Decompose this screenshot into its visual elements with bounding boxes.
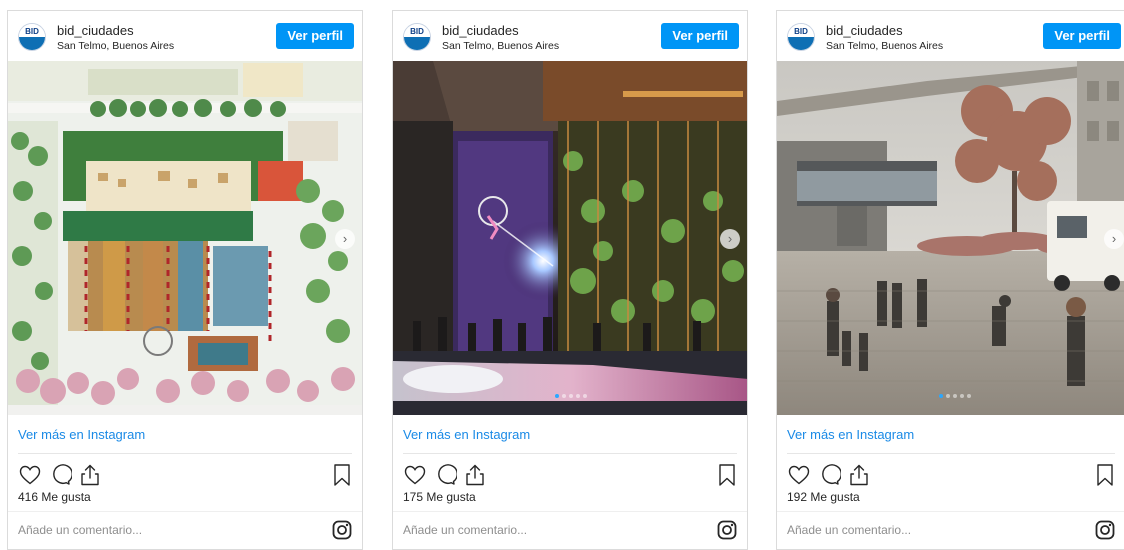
post-header: BID bid_ciudades San Telmo, Buenos Aires… [8, 11, 362, 61]
divider [18, 453, 352, 454]
avatar[interactable]: BID [18, 23, 46, 51]
instagram-post-2: BID bid_ciudades San Telmo, Buenos Aires… [392, 10, 748, 550]
location[interactable]: San Telmo, Buenos Aires [826, 40, 943, 52]
share-icon[interactable] [78, 463, 102, 487]
post-image[interactable]: › [777, 61, 1124, 415]
view-more-instagram-link[interactable]: Ver más en Instagram [787, 427, 914, 442]
avatar-logo-text: BID [19, 24, 45, 38]
heart-icon[interactable] [403, 463, 427, 487]
chevron-right-icon[interactable]: › [720, 229, 740, 249]
avatar[interactable]: BID [403, 23, 431, 51]
underpass-night-rendering [393, 61, 747, 415]
heart-icon[interactable] [787, 463, 811, 487]
instagram-post-3: BID bid_ciudades San Telmo, Buenos Aires… [776, 10, 1124, 550]
carousel-indicator [393, 385, 747, 403]
location[interactable]: San Telmo, Buenos Aires [442, 40, 559, 52]
post-image[interactable]: › [8, 61, 362, 415]
post-actions [18, 463, 352, 489]
view-profile-button[interactable]: Ver perfil [661, 23, 739, 49]
comment-icon[interactable] [433, 463, 457, 487]
plaza-street-rendering [777, 61, 1124, 415]
divider [8, 511, 362, 512]
divider [403, 453, 737, 454]
post-actions [403, 463, 737, 489]
instagram-icon[interactable] [717, 520, 737, 540]
bookmark-icon[interactable] [1095, 463, 1115, 487]
comment-input[interactable]: Añade un comentario... [403, 523, 527, 537]
post-image[interactable]: › [393, 61, 747, 415]
instagram-icon[interactable] [1095, 520, 1115, 540]
site-plan-illustration [8, 61, 362, 415]
location[interactable]: San Telmo, Buenos Aires [57, 40, 174, 52]
view-more-instagram-link[interactable]: Ver más en Instagram [18, 427, 145, 442]
post-header: BID bid_ciudades San Telmo, Buenos Aires… [393, 11, 747, 61]
username[interactable]: bid_ciudades [826, 23, 903, 38]
share-icon[interactable] [463, 463, 487, 487]
username[interactable]: bid_ciudades [57, 23, 134, 38]
share-icon[interactable] [847, 463, 871, 487]
avatar-logo-text: BID [404, 24, 430, 38]
view-profile-button[interactable]: Ver perfil [1043, 23, 1121, 49]
comment-input[interactable]: Añade un comentario... [787, 523, 911, 537]
instagram-post-1: BID bid_ciudades San Telmo, Buenos Aires… [7, 10, 363, 550]
bookmark-icon[interactable] [332, 463, 352, 487]
comment-input[interactable]: Añade un comentario... [18, 523, 142, 537]
chevron-right-icon[interactable]: › [335, 229, 355, 249]
username[interactable]: bid_ciudades [442, 23, 519, 38]
avatar-logo-text: BID [788, 24, 814, 38]
like-count[interactable]: 175 Me gusta [403, 490, 476, 504]
divider [777, 511, 1124, 512]
like-count[interactable]: 416 Me gusta [18, 490, 91, 504]
comment-icon[interactable] [48, 463, 72, 487]
like-count[interactable]: 192 Me gusta [787, 490, 860, 504]
view-profile-button[interactable]: Ver perfil [276, 23, 354, 49]
carousel-indicator [777, 385, 1124, 403]
bookmark-icon[interactable] [717, 463, 737, 487]
divider [787, 453, 1115, 454]
heart-icon[interactable] [18, 463, 42, 487]
view-more-instagram-link[interactable]: Ver más en Instagram [403, 427, 530, 442]
post-header: BID bid_ciudades San Telmo, Buenos Aires… [777, 11, 1124, 61]
chevron-right-icon[interactable]: › [1104, 229, 1124, 249]
avatar[interactable]: BID [787, 23, 815, 51]
divider [393, 511, 747, 512]
post-actions [787, 463, 1115, 489]
comment-icon[interactable] [817, 463, 841, 487]
instagram-icon[interactable] [332, 520, 352, 540]
